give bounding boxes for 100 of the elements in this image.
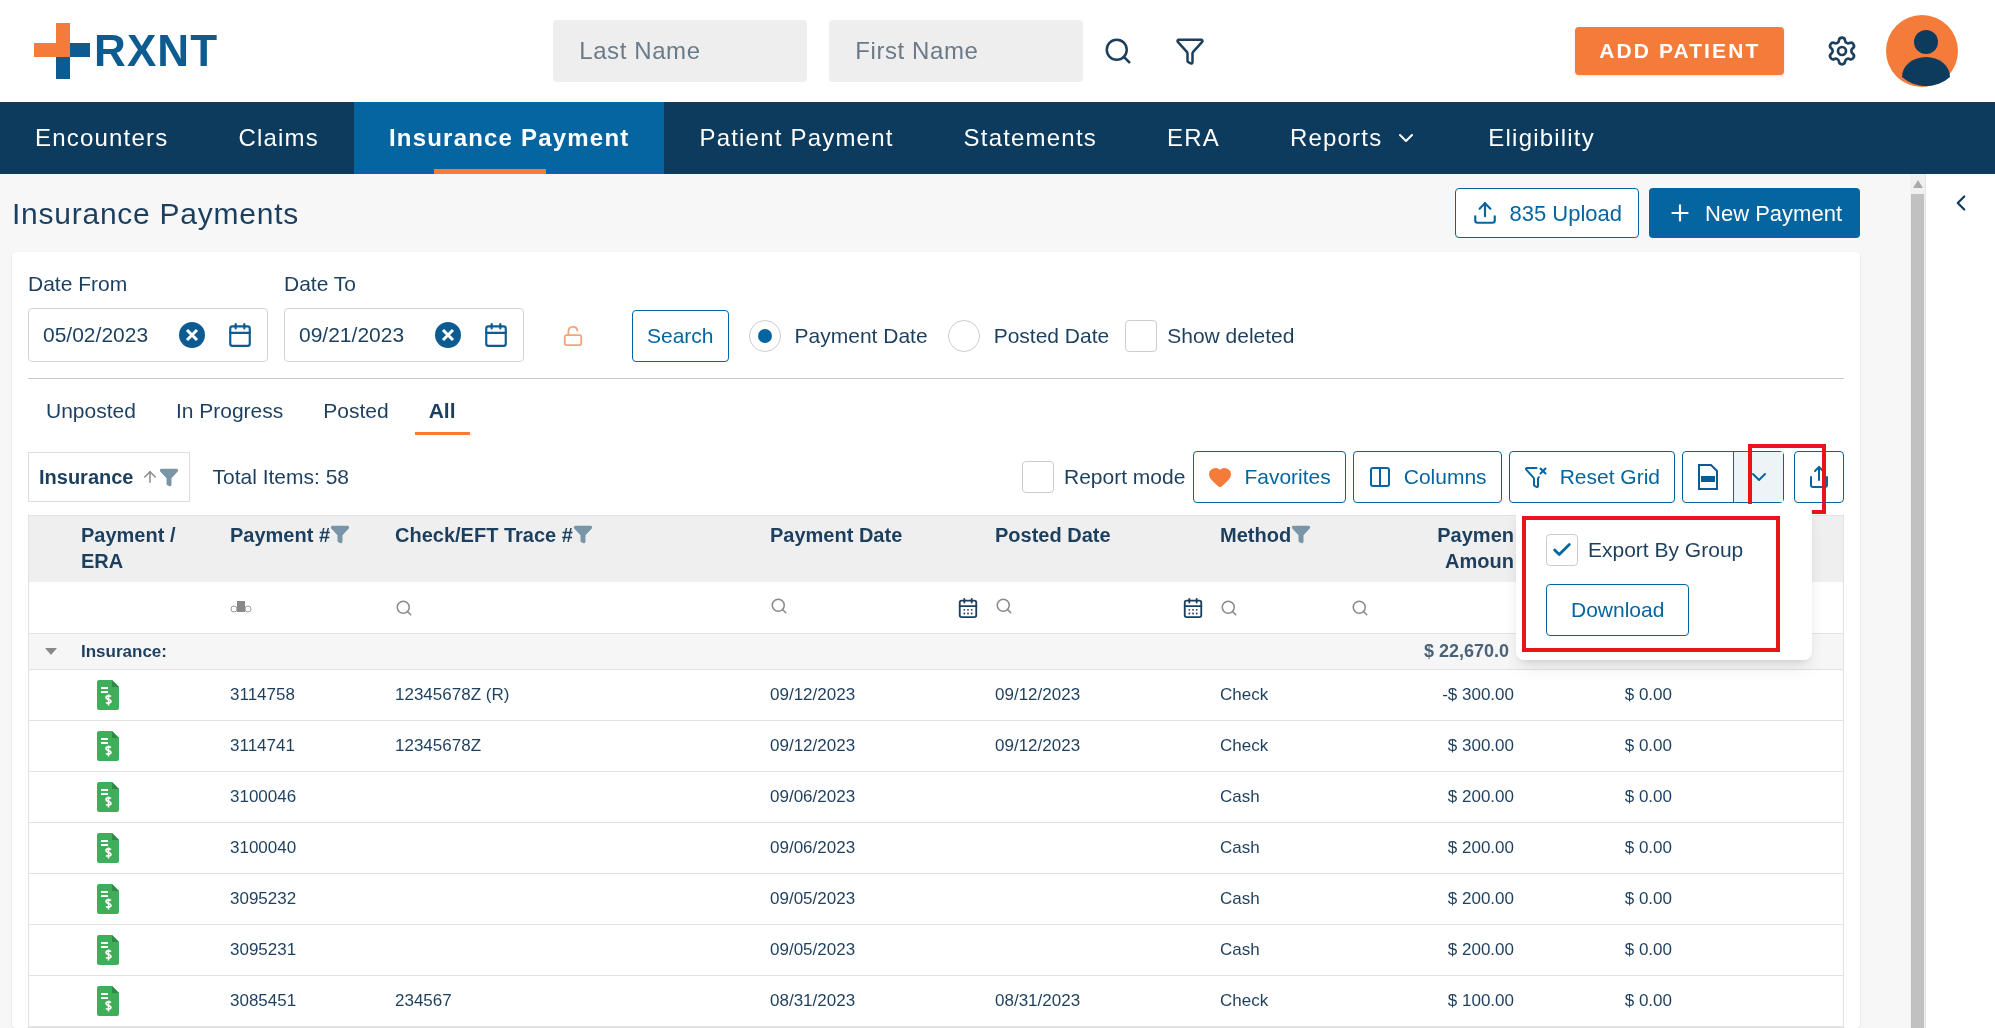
new-payment-button[interactable]: New Payment [1649,188,1860,238]
pdf-file-icon [1697,464,1719,490]
column-header[interactable]: Check/EFT Trace # [387,522,762,582]
table-cell-text: $ 0.00 [1623,939,1673,962]
dollar-document-icon [97,680,119,710]
table-cell-text: 09/06/2023 [769,786,857,809]
table-cell-text: 3085451 [229,990,298,1013]
table-cell-text: 12345678Z [394,735,483,758]
calendar-icon[interactable] [957,596,979,619]
table-cell-text: 09/05/2023 [769,939,857,962]
nav-tab[interactable]: Claims [203,102,354,174]
nav-tab[interactable]: Insurance Payment [353,102,665,174]
nav-tab[interactable]: Reports [1254,102,1454,174]
radio-button[interactable] [947,319,980,352]
brand-name: RXNT [94,25,219,77]
first-name-field[interactable]: First Name [829,20,1084,82]
upload-button[interactable]: 835 Upload [1454,188,1640,238]
table-cell-text: $ 300.00 [1446,735,1515,758]
group-label: Insurance: [80,641,168,661]
status-tab[interactable]: Posted [309,394,403,435]
column-header[interactable]: Payment / ERA [73,522,222,582]
last-name-field[interactable]: Last Name [553,20,808,82]
text-filter-icon[interactable] [230,598,254,613]
collapse-icon[interactable] [45,648,57,655]
table-cell-text: 09/12/2023 [994,684,1082,707]
table-cell-text: 09/12/2023 [994,735,1082,758]
checkbox[interactable] [1546,534,1578,566]
clear-icon[interactable] [435,321,461,348]
column-header[interactable]: Payment # [222,522,387,582]
checkbox[interactable] [1125,319,1158,352]
nav-tab[interactable]: Encounters [0,102,204,174]
table-cell-text: $ 0.00 [1623,888,1673,911]
nav-tab[interactable]: Patient Payment [664,102,929,174]
column-header[interactable]: Method [1212,522,1377,582]
table-cell-text: $ 0.00 [1623,990,1673,1013]
heart-icon [1208,465,1233,489]
calendar-icon[interactable] [1182,596,1204,619]
status-tab[interactable]: All [414,394,470,435]
checkbox-label: Export By Group [1588,537,1744,564]
status-tab[interactable]: Unposted [32,394,150,435]
date-field[interactable]: 09/21/2023 [284,307,524,362]
table-cell-text: Check [1219,735,1270,758]
table-cell-text: $ 200.00 [1446,939,1515,962]
calendar-icon[interactable] [227,321,253,348]
table-cell-text: 09/06/2023 [769,837,857,860]
page-title: Insurance Payments [12,195,299,232]
table-cell-text: $ 200.00 [1446,786,1515,809]
radio-label: Posted Date [993,322,1110,349]
table-cell-text: -$ 300.00 [1441,684,1515,707]
table-cell-text: 3100040 [229,837,298,860]
dollar-document-icon [97,782,119,812]
checkbox-label: Show deleted [1167,322,1295,349]
dollar-document-icon [97,731,119,761]
calendar-icon[interactable] [483,321,509,348]
table-cell-text: $ 0.00 [1623,684,1673,707]
filter-icon[interactable] [1175,36,1206,66]
table-cell-text: 3095232 [229,888,298,911]
upload-icon [1471,200,1498,226]
table-cell-text: Cash [1219,837,1261,860]
unlock-icon[interactable] [562,324,584,347]
columns-button[interactable]: Columns [1352,451,1502,503]
avatar-icon[interactable] [1886,15,1959,87]
export-button[interactable] [1794,451,1844,503]
table-cell-text: Check [1219,684,1270,707]
dropdown-button[interactable] [1733,452,1783,502]
dollar-document-icon [97,833,119,863]
date-field[interactable]: 05/02/2023 [28,307,268,362]
table-cell-text: 234567 [394,990,453,1013]
group-total: $ 22,670.0 [1423,640,1509,663]
table-cell-text: Check [1219,990,1270,1013]
radio-label: Payment Date [794,322,928,349]
checkbox[interactable] [1022,461,1054,493]
table-cell-text: 3114741 [229,735,296,758]
column-header[interactable]: Posted Date [987,522,1212,582]
table-cell-text: $ 200.00 [1446,837,1515,860]
search-button[interactable]: Search [632,309,729,362]
dollar-document-icon [97,884,119,914]
table-cell-text: 09/12/2023 [769,684,857,707]
nav-tab[interactable]: Statements [928,102,1132,174]
table-cell-text: Cash [1219,888,1261,911]
table-cell-text: 3114758 [229,684,296,707]
table-cell-text: 12345678Z (R) [394,684,511,707]
group-chip[interactable]: Insurance [28,452,191,502]
filter-off-icon [1523,465,1548,489]
table-cell-text: Cash [1219,939,1261,962]
table-cell-text: $ 200.00 [1446,888,1515,911]
nav-tab[interactable]: ERA [1131,102,1255,174]
scroll-up-icon[interactable] [1912,180,1923,188]
radio-button[interactable] [748,319,781,352]
download-button[interactable]: Download [1546,584,1690,636]
scrollbar[interactable] [1910,174,1925,1028]
status-tab[interactable]: In Progress [161,394,298,435]
cross-logo-icon [34,23,90,79]
favorites-button[interactable]: Favorites [1193,451,1346,503]
checkbox-label: Report mode [1064,464,1186,491]
table-cell-text: 08/31/2023 [994,990,1082,1013]
clear-icon[interactable] [179,321,205,348]
nav-tab[interactable]: Eligibility [1453,102,1630,174]
reset-grid-button[interactable]: Reset Grid [1508,451,1675,503]
column-header[interactable]: Payment Date [762,522,987,582]
